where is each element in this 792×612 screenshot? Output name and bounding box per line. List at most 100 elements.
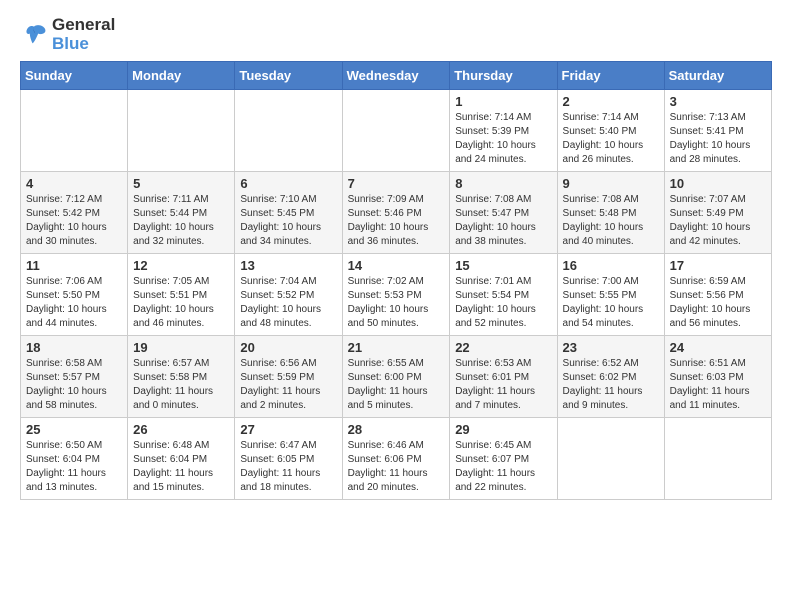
weekday-header: Saturday [664,62,771,90]
day-info: Sunrise: 6:53 AM Sunset: 6:01 PM Dayligh… [455,357,551,413]
day-info: Sunrise: 7:11 AM Sunset: 5:44 PM Dayligh… [133,193,229,249]
day-info: Sunrise: 7:08 AM Sunset: 5:48 PM Dayligh… [563,193,659,249]
day-number: 23 [563,340,659,355]
weekday-header: Thursday [450,62,557,90]
calendar-cell: 12 Sunrise: 7:05 AM Sunset: 5:51 PM Dayli… [128,254,235,336]
calendar-cell: 22 Sunrise: 6:53 AM Sunset: 6:01 PM Dayli… [450,336,557,418]
calendar-table: SundayMondayTuesdayWednesdayThursdayFrid… [20,61,772,500]
day-info: Sunrise: 6:50 AM Sunset: 6:04 PM Dayligh… [26,439,122,495]
calendar-cell: 9 Sunrise: 7:08 AM Sunset: 5:48 PM Daylig… [557,172,664,254]
logo: General Blue [20,16,115,53]
calendar-cell: 6 Sunrise: 7:10 AM Sunset: 5:45 PM Daylig… [235,172,342,254]
day-info: Sunrise: 6:47 AM Sunset: 6:05 PM Dayligh… [240,439,336,495]
weekday-header: Wednesday [342,62,450,90]
day-info: Sunrise: 7:07 AM Sunset: 5:49 PM Dayligh… [670,193,766,249]
day-info: Sunrise: 6:58 AM Sunset: 5:57 PM Dayligh… [26,357,122,413]
calendar-cell: 4 Sunrise: 7:12 AM Sunset: 5:42 PM Daylig… [21,172,128,254]
day-info: Sunrise: 7:05 AM Sunset: 5:51 PM Dayligh… [133,275,229,331]
day-info: Sunrise: 7:14 AM Sunset: 5:40 PM Dayligh… [563,111,659,167]
calendar-cell: 2 Sunrise: 7:14 AM Sunset: 5:40 PM Daylig… [557,90,664,172]
day-number: 12 [133,258,229,273]
calendar-cell: 17Sunrise: 6:59 AM Sunset: 5:56 PM Dayli… [664,254,771,336]
day-number: 24 [670,340,766,355]
calendar-week-row: 25 Sunrise: 6:50 AM Sunset: 6:04 PM Dayli… [21,418,772,500]
calendar-cell [342,90,450,172]
day-number: 9 [563,176,659,191]
calendar-cell: 27 Sunrise: 6:47 AM Sunset: 6:05 PM Dayli… [235,418,342,500]
day-number: 16 [563,258,659,273]
calendar-cell: 20 Sunrise: 6:56 AM Sunset: 5:59 PM Dayli… [235,336,342,418]
weekday-header: Friday [557,62,664,90]
day-number: 8 [455,176,551,191]
day-number: 7 [348,176,445,191]
weekday-header: Sunday [21,62,128,90]
calendar-cell: 19Sunrise: 6:57 AM Sunset: 5:58 PM Dayli… [128,336,235,418]
day-info: Sunrise: 7:09 AM Sunset: 5:46 PM Dayligh… [348,193,445,249]
calendar-cell: 21Sunrise: 6:55 AM Sunset: 6:00 PM Dayli… [342,336,450,418]
calendar-cell: 23Sunrise: 6:52 AM Sunset: 6:02 PM Dayli… [557,336,664,418]
day-number: 27 [240,422,336,437]
logo-bird-icon [20,21,48,49]
day-number: 15 [455,258,551,273]
day-number: 14 [348,258,445,273]
calendar-week-row: 4 Sunrise: 7:12 AM Sunset: 5:42 PM Daylig… [21,172,772,254]
day-info: Sunrise: 6:51 AM Sunset: 6:03 PM Dayligh… [670,357,766,413]
calendar-cell [235,90,342,172]
day-number: 22 [455,340,551,355]
calendar-week-row: 18 Sunrise: 6:58 AM Sunset: 5:57 PM Dayli… [21,336,772,418]
calendar-cell: 1Sunrise: 7:14 AM Sunset: 5:39 PM Daylig… [450,90,557,172]
day-number: 25 [26,422,122,437]
calendar-cell: 15 Sunrise: 7:01 AM Sunset: 5:54 PM Dayli… [450,254,557,336]
calendar-cell [128,90,235,172]
calendar-cell: 26 Sunrise: 6:48 AM Sunset: 6:04 PM Dayli… [128,418,235,500]
day-number: 6 [240,176,336,191]
day-number: 4 [26,176,122,191]
calendar-cell: 29 Sunrise: 6:45 AM Sunset: 6:07 PM Dayli… [450,418,557,500]
calendar-header-row: SundayMondayTuesdayWednesdayThursdayFrid… [21,62,772,90]
day-info: Sunrise: 6:56 AM Sunset: 5:59 PM Dayligh… [240,357,336,413]
day-info: Sunrise: 7:01 AM Sunset: 5:54 PM Dayligh… [455,275,551,331]
day-number: 10 [670,176,766,191]
day-number: 1 [455,94,551,109]
day-info: Sunrise: 7:00 AM Sunset: 5:55 PM Dayligh… [563,275,659,331]
day-info: Sunrise: 7:10 AM Sunset: 5:45 PM Dayligh… [240,193,336,249]
day-info: Sunrise: 6:57 AM Sunset: 5:58 PM Dayligh… [133,357,229,413]
calendar-cell [557,418,664,500]
calendar-cell: 28Sunrise: 6:46 AM Sunset: 6:06 PM Dayli… [342,418,450,500]
day-number: 5 [133,176,229,191]
day-info: Sunrise: 7:04 AM Sunset: 5:52 PM Dayligh… [240,275,336,331]
day-number: 18 [26,340,122,355]
day-number: 21 [348,340,445,355]
calendar-cell: 5 Sunrise: 7:11 AM Sunset: 5:44 PM Daylig… [128,172,235,254]
day-number: 3 [670,94,766,109]
weekday-header: Tuesday [235,62,342,90]
day-info: Sunrise: 7:02 AM Sunset: 5:53 PM Dayligh… [348,275,445,331]
day-info: Sunrise: 7:12 AM Sunset: 5:42 PM Dayligh… [26,193,122,249]
calendar-cell: 16 Sunrise: 7:00 AM Sunset: 5:55 PM Dayli… [557,254,664,336]
day-number: 13 [240,258,336,273]
calendar-week-row: 11Sunrise: 7:06 AM Sunset: 5:50 PM Dayli… [21,254,772,336]
calendar-week-row: 1Sunrise: 7:14 AM Sunset: 5:39 PM Daylig… [21,90,772,172]
day-number: 26 [133,422,229,437]
day-info: Sunrise: 7:13 AM Sunset: 5:41 PM Dayligh… [670,111,766,167]
day-number: 2 [563,94,659,109]
calendar-cell: 8 Sunrise: 7:08 AM Sunset: 5:47 PM Daylig… [450,172,557,254]
day-number: 29 [455,422,551,437]
calendar-cell: 25 Sunrise: 6:50 AM Sunset: 6:04 PM Dayli… [21,418,128,500]
calendar-cell: 24 Sunrise: 6:51 AM Sunset: 6:03 PM Dayli… [664,336,771,418]
day-number: 20 [240,340,336,355]
day-number: 17 [670,258,766,273]
calendar-cell [21,90,128,172]
calendar-cell: 7 Sunrise: 7:09 AM Sunset: 5:46 PM Daylig… [342,172,450,254]
weekday-header: Monday [128,62,235,90]
day-info: Sunrise: 6:48 AM Sunset: 6:04 PM Dayligh… [133,439,229,495]
day-info: Sunrise: 6:46 AM Sunset: 6:06 PM Dayligh… [348,439,445,495]
day-info: Sunrise: 6:45 AM Sunset: 6:07 PM Dayligh… [455,439,551,495]
day-info: Sunrise: 7:08 AM Sunset: 5:47 PM Dayligh… [455,193,551,249]
calendar-cell: 3 Sunrise: 7:13 AM Sunset: 5:41 PM Daylig… [664,90,771,172]
calendar-cell: 18 Sunrise: 6:58 AM Sunset: 5:57 PM Dayli… [21,336,128,418]
calendar-cell: 11Sunrise: 7:06 AM Sunset: 5:50 PM Dayli… [21,254,128,336]
calendar-cell: 10 Sunrise: 7:07 AM Sunset: 5:49 PM Dayli… [664,172,771,254]
page-header: General Blue [20,16,772,53]
logo-text: General Blue [52,16,115,53]
